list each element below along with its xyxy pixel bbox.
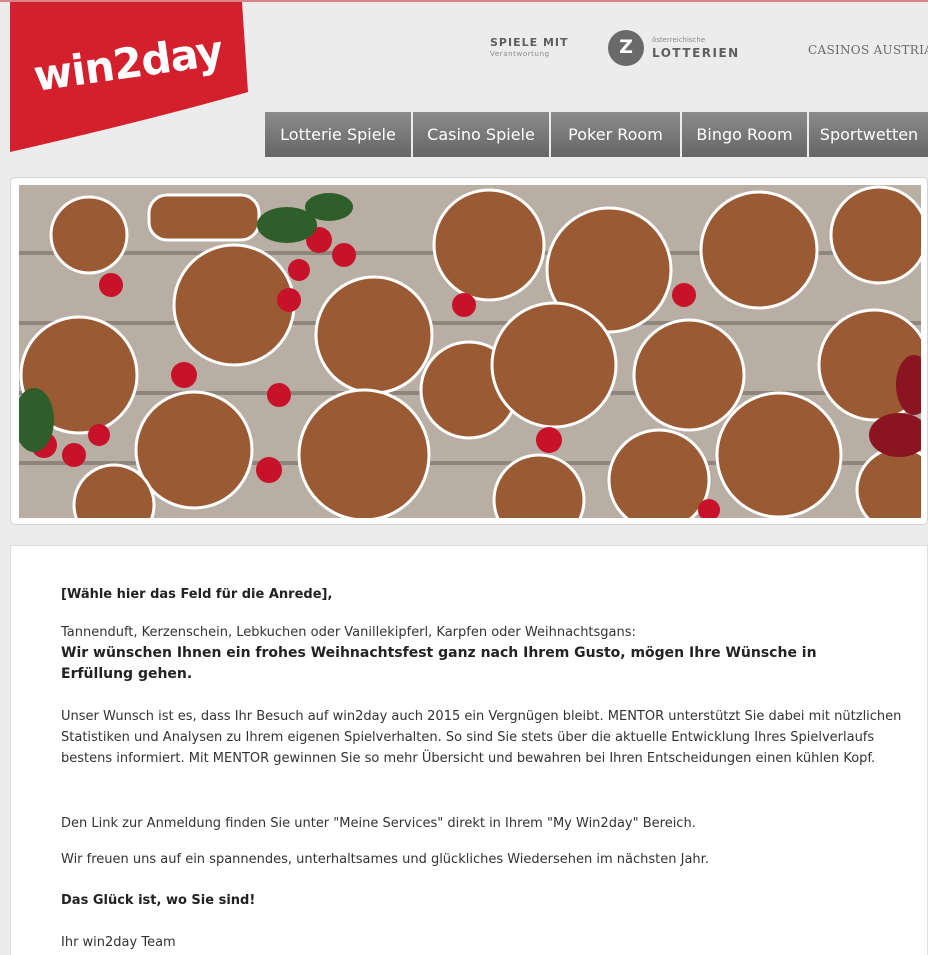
nav-tab-sportwetten[interactable]: Sportwetten (809, 112, 928, 157)
lotterien-small-label: österreichische (652, 36, 706, 44)
lotterien-label: LOTTERIEN (652, 46, 740, 60)
christmas-banner (10, 177, 928, 525)
intro-text: Tannenduft, Kerzenschein, Lebkuchen oder… (61, 625, 636, 640)
email-header: win2day SPIELE MIT Verantwortung Z öster… (0, 2, 928, 177)
slogan: Das Glück ist, wo Sie sind! (61, 893, 256, 908)
main-nav: Lotterie Spiele Casino Spiele Poker Room… (265, 112, 928, 157)
nav-tab-lotterie-spiele[interactable]: Lotterie Spiele (265, 112, 413, 157)
sponsor-subtitle: Verantwortung (490, 50, 550, 58)
sponsor-spiele-mit-verantwortung: SPIELE MIT (490, 36, 569, 49)
wish-paragraph: Wir freuen uns auf ein spannendes, unter… (61, 852, 709, 867)
lotterien-logo-icon: Z (608, 30, 644, 66)
message-body: [Wähle hier das Feld für die Anrede], Ta… (10, 545, 928, 955)
lotterien-icon-letter: Z (619, 36, 633, 58)
casinos-austria-logo: CASINOS AUSTRIA (808, 43, 928, 57)
nav-tab-casino-spiele[interactable]: Casino Spiele (413, 112, 551, 157)
salutation-field[interactable]: [Wähle hier das Feld für die Anrede], (61, 584, 913, 605)
nav-tab-bingo-room[interactable]: Bingo Room (682, 112, 809, 157)
gingerbread-cookies-image (19, 185, 921, 518)
signature: Ihr win2day Team (61, 935, 176, 950)
christmas-wish: Wir wünschen Ihnen ein frohes Weihnachts… (61, 645, 817, 682)
mentor-paragraph: Unser Wunsch ist es, dass Ihr Besuch auf… (61, 709, 902, 766)
nav-tab-poker-room[interactable]: Poker Room (551, 112, 682, 157)
link-paragraph: Den Link zur Anmeldung finden Sie unter … (61, 816, 696, 831)
